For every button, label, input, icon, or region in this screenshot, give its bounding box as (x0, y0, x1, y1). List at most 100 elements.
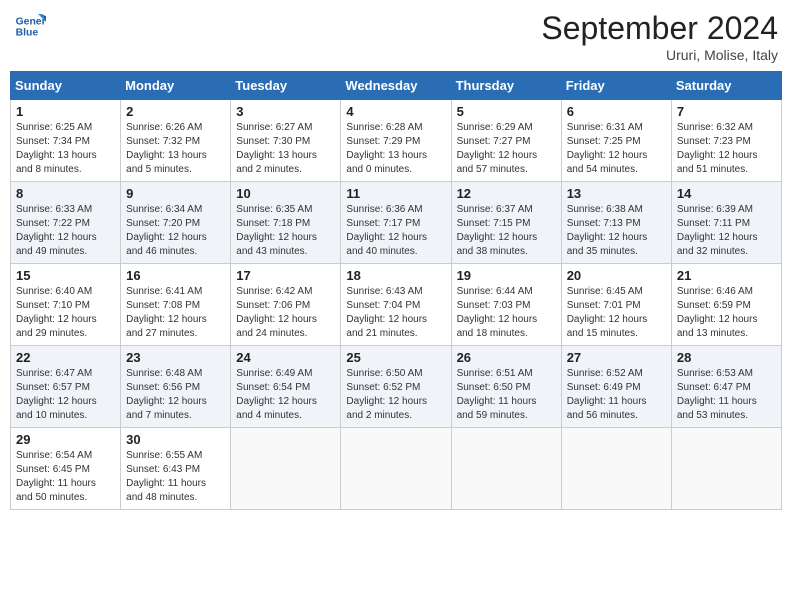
day-detail: Sunrise: 6:29 AMSunset: 7:27 PMDaylight:… (457, 121, 556, 177)
day-detail: Sunrise: 6:46 AMSunset: 6:59 PMDaylight:… (677, 285, 776, 341)
calendar-cell: 21 Sunrise: 6:46 AMSunset: 6:59 PMDayligh… (671, 264, 781, 346)
calendar-cell: 8 Sunrise: 6:33 AMSunset: 7:22 PMDaylight… (11, 182, 121, 264)
day-number: 8 (16, 186, 115, 201)
day-number: 12 (457, 186, 556, 201)
calendar-week-2: 8 Sunrise: 6:33 AMSunset: 7:22 PMDaylight… (11, 182, 782, 264)
day-detail: Sunrise: 6:45 AMSunset: 7:01 PMDaylight:… (567, 285, 666, 341)
day-detail: Sunrise: 6:52 AMSunset: 6:49 PMDaylight:… (567, 367, 666, 423)
calendar-cell: 17 Sunrise: 6:42 AMSunset: 7:06 PMDayligh… (231, 264, 341, 346)
day-detail: Sunrise: 6:42 AMSunset: 7:06 PMDaylight:… (236, 285, 335, 341)
calendar-cell: 2 Sunrise: 6:26 AMSunset: 7:32 PMDaylight… (121, 100, 231, 182)
calendar-cell: 16Sunrise: 6:41 AMSunset: 7:08 PMDayligh… (121, 264, 231, 346)
header-wednesday: Wednesday (341, 72, 451, 100)
day-detail: Sunrise: 6:26 AMSunset: 7:32 PMDaylight:… (126, 121, 225, 177)
header-row: SundayMondayTuesdayWednesdayThursdayFrid… (11, 72, 782, 100)
day-number: 14 (677, 186, 776, 201)
title-block: September 2024 Ururi, Molise, Italy (541, 10, 778, 63)
calendar-cell: 12 Sunrise: 6:37 AMSunset: 7:15 PMDayligh… (451, 182, 561, 264)
calendar-week-5: 29 Sunrise: 6:54 AMSunset: 6:45 PMDayligh… (11, 428, 782, 510)
day-number: 2 (126, 104, 225, 119)
day-number: 13 (567, 186, 666, 201)
calendar-cell: 5Sunrise: 6:29 AMSunset: 7:27 PMDaylight… (451, 100, 561, 182)
day-detail: Sunrise: 6:55 AMSunset: 6:43 PMDaylight:… (126, 449, 225, 505)
calendar-cell: 15Sunrise: 6:40 AMSunset: 7:10 PMDayligh… (11, 264, 121, 346)
day-number: 30 (126, 432, 225, 447)
calendar-cell: 14 Sunrise: 6:39 AMSunset: 7:11 PMDayligh… (671, 182, 781, 264)
calendar-cell: 9 Sunrise: 6:34 AMSunset: 7:20 PMDaylight… (121, 182, 231, 264)
logo-icon: General Blue (14, 10, 46, 42)
day-number: 3 (236, 104, 335, 119)
day-number: 10 (236, 186, 335, 201)
calendar-cell: 7 Sunrise: 6:32 AMSunset: 7:23 PMDaylight… (671, 100, 781, 182)
day-detail: Sunrise: 6:43 AMSunset: 7:04 PMDaylight:… (346, 285, 445, 341)
calendar-cell: 27 Sunrise: 6:52 AMSunset: 6:49 PMDayligh… (561, 346, 671, 428)
calendar-cell: 4 Sunrise: 6:28 AMSunset: 7:29 PMDaylight… (341, 100, 451, 182)
month-title: September 2024 (541, 10, 778, 47)
day-number: 26 (457, 350, 556, 365)
location: Ururi, Molise, Italy (541, 47, 778, 63)
header-saturday: Saturday (671, 72, 781, 100)
day-detail: Sunrise: 6:35 AMSunset: 7:18 PMDaylight:… (236, 203, 335, 259)
day-number: 29 (16, 432, 115, 447)
calendar-cell (561, 428, 671, 510)
day-detail: Sunrise: 6:28 AMSunset: 7:29 PMDaylight:… (346, 121, 445, 177)
day-detail: Sunrise: 6:34 AMSunset: 7:20 PMDaylight:… (126, 203, 225, 259)
calendar-cell: 24Sunrise: 6:49 AMSunset: 6:54 PMDayligh… (231, 346, 341, 428)
day-detail: Sunrise: 6:51 AMSunset: 6:50 PMDaylight:… (457, 367, 556, 423)
calendar-cell (451, 428, 561, 510)
day-number: 20 (567, 268, 666, 283)
calendar-cell: 20 Sunrise: 6:45 AMSunset: 7:01 PMDayligh… (561, 264, 671, 346)
day-number: 6 (567, 104, 666, 119)
calendar-week-3: 15Sunrise: 6:40 AMSunset: 7:10 PMDayligh… (11, 264, 782, 346)
day-number: 11 (346, 186, 445, 201)
header-monday: Monday (121, 72, 231, 100)
calendar-cell: 28 Sunrise: 6:53 AMSunset: 6:47 PMDayligh… (671, 346, 781, 428)
day-detail: Sunrise: 6:48 AMSunset: 6:56 PMDaylight:… (126, 367, 225, 423)
day-number: 9 (126, 186, 225, 201)
calendar-cell: 25Sunrise: 6:50 AMSunset: 6:52 PMDayligh… (341, 346, 451, 428)
day-number: 7 (677, 104, 776, 119)
calendar-cell: 3 Sunrise: 6:27 AMSunset: 7:30 PMDaylight… (231, 100, 341, 182)
calendar-cell: 29 Sunrise: 6:54 AMSunset: 6:45 PMDayligh… (11, 428, 121, 510)
calendar-cell: 19 Sunrise: 6:44 AMSunset: 7:03 PMDayligh… (451, 264, 561, 346)
day-number: 17 (236, 268, 335, 283)
logo: General Blue General Blue (14, 10, 46, 42)
day-number: 18 (346, 268, 445, 283)
header-sunday: Sunday (11, 72, 121, 100)
day-number: 21 (677, 268, 776, 283)
day-detail: Sunrise: 6:36 AMSunset: 7:17 PMDaylight:… (346, 203, 445, 259)
day-number: 4 (346, 104, 445, 119)
day-number: 15 (16, 268, 115, 283)
page-header: General Blue General Blue September 2024… (10, 10, 782, 63)
day-number: 28 (677, 350, 776, 365)
day-number: 23 (126, 350, 225, 365)
day-number: 27 (567, 350, 666, 365)
day-number: 22 (16, 350, 115, 365)
day-detail: Sunrise: 6:39 AMSunset: 7:11 PMDaylight:… (677, 203, 776, 259)
day-detail: Sunrise: 6:54 AMSunset: 6:45 PMDaylight:… (16, 449, 115, 505)
header-friday: Friday (561, 72, 671, 100)
calendar-cell: 6 Sunrise: 6:31 AMSunset: 7:25 PMDaylight… (561, 100, 671, 182)
day-detail: Sunrise: 6:31 AMSunset: 7:25 PMDaylight:… (567, 121, 666, 177)
calendar-cell: 13Sunrise: 6:38 AMSunset: 7:13 PMDayligh… (561, 182, 671, 264)
day-detail: Sunrise: 6:44 AMSunset: 7:03 PMDaylight:… (457, 285, 556, 341)
calendar-cell: 1 Sunrise: 6:25 AMSunset: 7:34 PMDaylight… (11, 100, 121, 182)
day-detail: Sunrise: 6:53 AMSunset: 6:47 PMDaylight:… (677, 367, 776, 423)
day-detail: Sunrise: 6:41 AMSunset: 7:08 PMDaylight:… (126, 285, 225, 341)
calendar-table: SundayMondayTuesdayWednesdayThursdayFrid… (10, 71, 782, 510)
calendar-cell: 18 Sunrise: 6:43 AMSunset: 7:04 PMDayligh… (341, 264, 451, 346)
day-detail: Sunrise: 6:47 AMSunset: 6:57 PMDaylight:… (16, 367, 115, 423)
svg-text:Blue: Blue (16, 28, 39, 39)
calendar-week-1: 1 Sunrise: 6:25 AMSunset: 7:34 PMDaylight… (11, 100, 782, 182)
calendar-cell: 10 Sunrise: 6:35 AMSunset: 7:18 PMDayligh… (231, 182, 341, 264)
day-detail: Sunrise: 6:25 AMSunset: 7:34 PMDaylight:… (16, 121, 115, 177)
day-number: 19 (457, 268, 556, 283)
calendar-cell (671, 428, 781, 510)
day-detail: Sunrise: 6:33 AMSunset: 7:22 PMDaylight:… (16, 203, 115, 259)
day-detail: Sunrise: 6:49 AMSunset: 6:54 PMDaylight:… (236, 367, 335, 423)
day-number: 1 (16, 104, 115, 119)
day-detail: Sunrise: 6:32 AMSunset: 7:23 PMDaylight:… (677, 121, 776, 177)
svg-text:General: General (16, 16, 46, 27)
day-detail: Sunrise: 6:37 AMSunset: 7:15 PMDaylight:… (457, 203, 556, 259)
day-detail: Sunrise: 6:27 AMSunset: 7:30 PMDaylight:… (236, 121, 335, 177)
